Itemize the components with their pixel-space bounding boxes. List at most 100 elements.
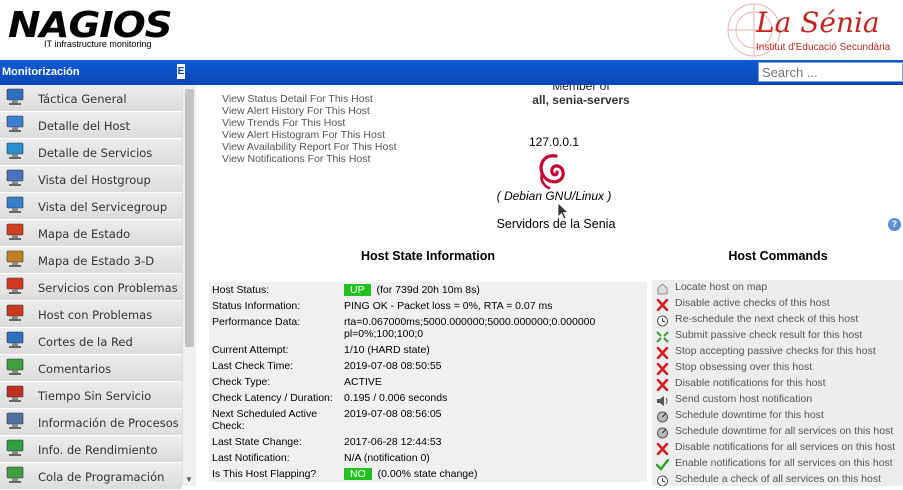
downtime-clock-icon xyxy=(656,410,669,423)
network-outages-icon xyxy=(6,331,26,349)
host-command-0[interactable]: Locate host on map xyxy=(652,280,903,296)
disable-x-icon xyxy=(656,362,669,376)
state-key: Status Information: xyxy=(212,300,301,312)
school-logo: La Sénia Institut d'Educació Secundària xyxy=(724,0,903,60)
state-value-text: rta=0.067000ms;5000.000000;5000.000000;0… xyxy=(344,316,596,340)
state-value-text: 1/10 (HARD state) xyxy=(344,344,430,356)
state-value-text: 2019-07-08 08:50:55 xyxy=(344,360,442,372)
state-key: Last Check Time: xyxy=(212,360,294,372)
host-link-5[interactable]: View Notifications For This Host xyxy=(222,153,397,165)
monitor-icon xyxy=(6,88,26,106)
reschedule-clock-icon xyxy=(656,314,669,327)
host-command-label: Send custom host notification xyxy=(675,393,813,405)
sidebar-item-5[interactable]: Mapa de Estado xyxy=(0,220,182,247)
debian-logo-icon xyxy=(539,154,565,190)
host-command-label: Stop obsessing over this host xyxy=(675,361,813,373)
school-subtitle: Institut d'Educació Secundària xyxy=(756,42,891,53)
host-link-4[interactable]: View Availability Report For This Host xyxy=(222,141,397,153)
help-icon[interactable]: ? xyxy=(888,218,901,231)
sidebar-item-label: Cortes de la Red xyxy=(38,335,133,349)
disable-x-icon xyxy=(656,346,669,360)
host-link-2[interactable]: View Trends For This Host xyxy=(222,117,397,129)
state-row: Status Information: PING OK - Packet loss… xyxy=(209,298,647,314)
status-map-icon xyxy=(6,223,26,241)
host-command-label: Schedule downtime for this host xyxy=(675,409,824,421)
state-value: 1/10 (HARD state) xyxy=(344,342,647,358)
sidebar-item-2[interactable]: Detalle de Servicios xyxy=(0,139,182,166)
sidebar-item-0[interactable]: Táctica General xyxy=(0,85,182,112)
state-key: Check Latency / Duration: xyxy=(212,392,333,404)
state-value-text: (0.00% state change) xyxy=(374,468,478,480)
state-key: Is This Host Flapping? xyxy=(212,468,317,480)
state-row: Last Notification: N/A (notification 0) xyxy=(209,450,647,466)
passive-check-icon xyxy=(656,330,669,343)
sidebar-item-3[interactable]: Vista del Hostgroup xyxy=(0,166,182,193)
process-info-icon xyxy=(6,412,26,430)
scheduling-queue-icon xyxy=(6,466,26,484)
comments-icon xyxy=(6,358,26,376)
host-command-12[interactable]: Schedule a check of all services on this… xyxy=(652,472,903,486)
nagios-logo[interactable]: NAGIOS IT infrastructure monitoring xyxy=(8,6,173,52)
state-value-text: ACTIVE xyxy=(344,376,382,388)
host-link-0[interactable]: View Status Detail For This Host xyxy=(222,93,397,105)
host-command-2[interactable]: Re-schedule the next check of this host xyxy=(652,312,903,328)
state-value: N/A (notification 0) xyxy=(344,450,647,466)
sidebar-item-11[interactable]: Tiempo Sin Servicio xyxy=(0,382,182,409)
sidebar-item-8[interactable]: Host con Problemas xyxy=(0,301,182,328)
sidebar-item-label: Servicios con Problemas xyxy=(38,281,178,295)
host-command-1[interactable]: Disable active checks of this host xyxy=(652,296,903,312)
host-link-1[interactable]: View Alert History For This Host xyxy=(222,105,397,117)
sidebar-item-label: Táctica General xyxy=(38,92,127,106)
sidebar-item-6[interactable]: Mapa de Estado 3-D xyxy=(0,247,182,274)
sidebar-item-label: Tiempo Sin Servicio xyxy=(38,389,152,403)
sidebar-item-7[interactable]: Servicios con Problemas xyxy=(0,274,182,301)
state-value-text: 0.195 / 0.006 seconds xyxy=(344,392,448,404)
host-command-7[interactable]: Send custom host notification xyxy=(652,392,903,408)
host-command-4[interactable]: Stop accepting passive checks for this h… xyxy=(652,344,903,360)
sidebar-collapse-button[interactable]: E xyxy=(177,64,185,79)
search-input[interactable] xyxy=(758,62,903,82)
sidebar-item-9[interactable]: Cortes de la Red xyxy=(0,328,182,355)
sidebar-item-10[interactable]: Comentarios xyxy=(0,355,182,382)
host-state-table: Host Status: UP (for 739d 20h 10m 8s) Stat… xyxy=(209,282,647,482)
host-command-9[interactable]: Schedule downtime for all services on th… xyxy=(652,424,903,440)
sidebar-item-12[interactable]: Información de Procesos xyxy=(0,409,182,436)
sidebar-item-13[interactable]: Info. de Rendimiento xyxy=(0,436,182,463)
host-problems-icon xyxy=(6,304,26,322)
host-command-8[interactable]: Schedule downtime for this host xyxy=(652,408,903,424)
disable-x-icon xyxy=(656,442,669,456)
sidebar-item-1[interactable]: Detalle del Host xyxy=(0,112,182,139)
host-command-3[interactable]: Submit passive check result for this hos… xyxy=(652,328,903,344)
services-icon xyxy=(6,142,26,160)
state-key: Last Notification: xyxy=(212,452,290,464)
host-command-label: Disable notifications for all services o… xyxy=(675,441,896,453)
performance-icon xyxy=(6,439,26,457)
state-row: Check Latency / Duration: 0.195 / 0.006 s… xyxy=(209,390,647,406)
sidebar-item-label: Host con Problemas xyxy=(38,308,153,322)
disable-x-icon xyxy=(656,298,669,312)
hostgroup-icon xyxy=(6,169,26,187)
host-command-5[interactable]: Stop obsessing over this host xyxy=(652,360,903,376)
scroll-down-arrow-icon[interactable]: ▼ xyxy=(185,475,193,484)
host-command-label: Locate host on map xyxy=(675,281,768,293)
host-command-10[interactable]: Disable notifications for all services o… xyxy=(652,440,903,456)
sidebar-item-4[interactable]: Vista del Servicegroup xyxy=(0,193,182,220)
enable-check-icon xyxy=(655,458,670,471)
state-row: Last Check Time: 2019-07-08 08:50:55 xyxy=(209,358,647,374)
downtime-icon xyxy=(6,385,26,403)
host-command-label: Enable notifications for all services on… xyxy=(675,457,893,469)
host-command-6[interactable]: Disable notifications for this host xyxy=(652,376,903,392)
state-row: Next Scheduled Active Check: 2019-07-08 0… xyxy=(209,406,647,434)
host-commands-panel: Locate host on map Disable active checks … xyxy=(652,280,903,486)
sidebar-scrollbar-thumb[interactable] xyxy=(185,89,194,347)
member-of-label: Member of xyxy=(552,85,610,93)
host-link-3[interactable]: View Alert Histogram For This Host xyxy=(222,129,397,141)
host-command-11[interactable]: Enable notifications for all services on… xyxy=(652,456,903,472)
locate-map-icon xyxy=(656,282,669,295)
host-address: 127.0.0.1 xyxy=(528,135,580,149)
sidebar-scrollbar[interactable]: ▼ xyxy=(182,85,196,486)
nagios-tagline: IT infrastructure monitoring xyxy=(44,39,152,49)
host-command-label: Disable notifications for this host xyxy=(675,377,826,389)
state-value-text: 2019-07-08 08:56:05 xyxy=(344,408,442,420)
host-alias: Servidors de la Senia xyxy=(496,217,616,231)
